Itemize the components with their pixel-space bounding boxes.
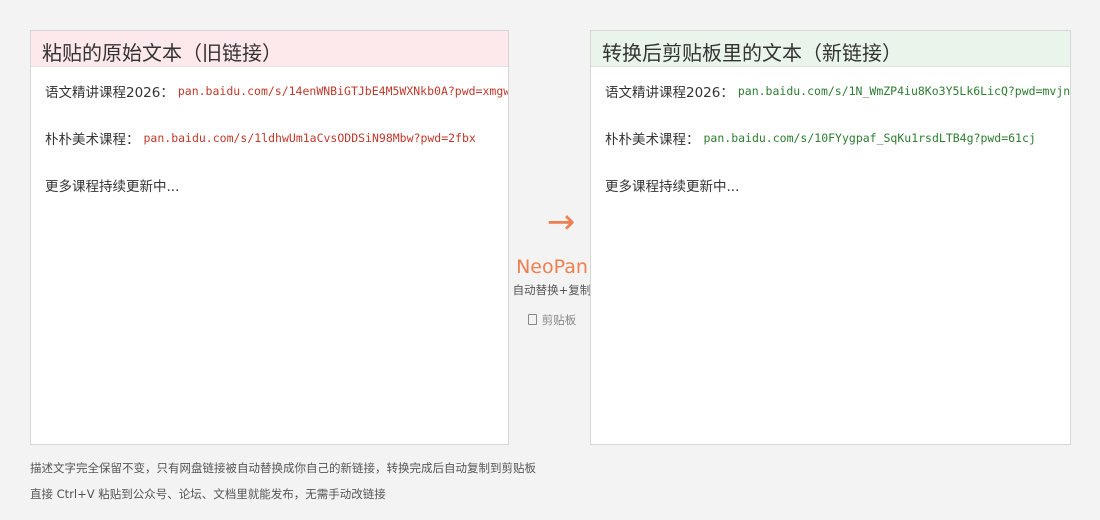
footer-description-1: 描述文字完全保留不变，只有网盘链接被自动替换成你自己的新链接，转换完成后自动复制… bbox=[30, 461, 536, 475]
original-line-3: 更多课程持续更新中... bbox=[45, 175, 508, 195]
line-label: 语文精讲课程2026： bbox=[605, 85, 734, 101]
original-text-panel: 粘贴的原始文本（旧链接） 语文精讲课程2026： pan.baidu.com/s/… bbox=[30, 30, 509, 445]
converted-line-1: 语文精讲课程2026： pan.baidu.com/s/1N_WmZP4iu8Ko… bbox=[605, 81, 1070, 101]
brand-name: NeoPan bbox=[516, 256, 588, 278]
clipboard-icon bbox=[527, 314, 537, 325]
converted-text-body[interactable]: 语文精讲课程2026： pan.baidu.com/s/1N_WmZP4iu8Ko… bbox=[591, 67, 1070, 195]
original-text-body[interactable]: 语文精讲课程2026： pan.baidu.com/s/14enWNBiGTJbE… bbox=[31, 67, 508, 195]
conversion-indicator: → NeoPan 自动替换+复制 剪贴板 bbox=[502, 200, 602, 328]
action-label: 自动替换+复制 bbox=[512, 283, 592, 297]
new-link[interactable]: pan.baidu.com/s/1N_WmZP4iu8Ko3Y5Lk6LicQ?… bbox=[738, 84, 1070, 98]
old-link[interactable]: pan.baidu.com/s/14enWNBiGTJbE4M5WXNkb0A?… bbox=[178, 84, 508, 98]
new-link[interactable]: pan.baidu.com/s/10FYygpaf_SqKu1rsdLTB4g?… bbox=[704, 131, 1036, 145]
line-label: 朴朴美术课程： bbox=[605, 132, 700, 148]
original-line-2: 朴朴美术课程： pan.baidu.com/s/1ldhwUm1aCvsODDSi… bbox=[45, 128, 508, 148]
clipboard-label: 剪贴板 bbox=[541, 313, 577, 327]
line-label: 更多课程持续更新中... bbox=[605, 179, 740, 195]
clipboard-indicator: 剪贴板 bbox=[502, 312, 602, 328]
line-label: 更多课程持续更新中... bbox=[45, 179, 180, 195]
converted-line-2: 朴朴美术课程： pan.baidu.com/s/10FYygpaf_SqKu1rs… bbox=[605, 128, 1070, 148]
footer-description-2: 直接 Ctrl+V 粘贴到公众号、论坛、文档里就能发布，无需手动改链接 bbox=[30, 487, 386, 501]
converted-line-3: 更多课程持续更新中... bbox=[605, 175, 1070, 195]
line-label: 朴朴美术课程： bbox=[45, 132, 140, 148]
original-line-1: 语文精讲课程2026： pan.baidu.com/s/14enWNBiGTJbE… bbox=[45, 81, 508, 101]
converted-text-panel-title: 转换后剪贴板里的文本（新链接） bbox=[591, 31, 1070, 67]
line-label: 语文精讲课程2026： bbox=[45, 85, 174, 101]
converted-text-panel: 转换后剪贴板里的文本（新链接） 语文精讲课程2026： pan.baidu.com… bbox=[590, 30, 1071, 445]
original-text-panel-title: 粘贴的原始文本（旧链接） bbox=[31, 31, 508, 67]
old-link[interactable]: pan.baidu.com/s/1ldhwUm1aCvsODDSiN98Mbw?… bbox=[144, 131, 476, 145]
